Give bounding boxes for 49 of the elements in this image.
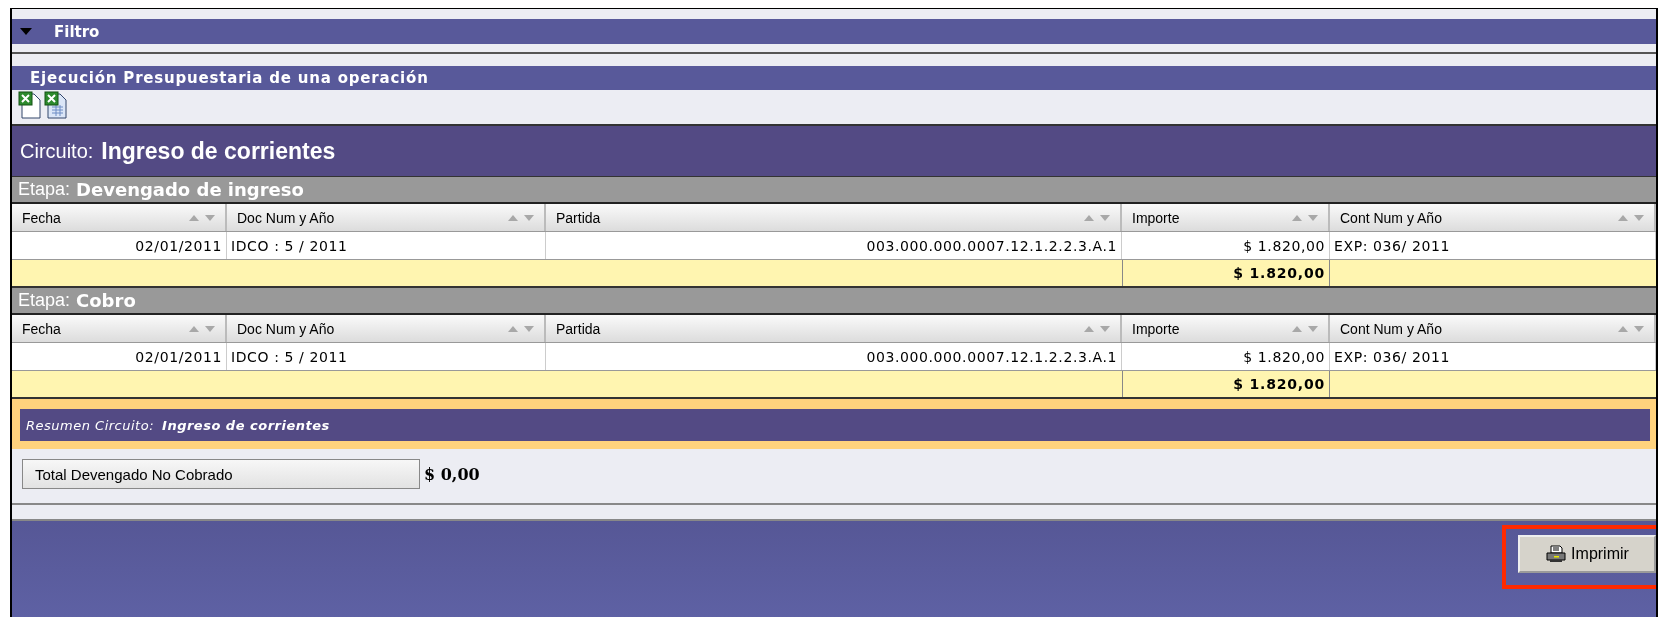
table-cell: IDCO : 5 / 2011 [227, 343, 546, 370]
sort-icon[interactable] [1292, 213, 1320, 222]
stage-name: Devengado de ingreso [76, 179, 304, 200]
table-cell: 003.000.000.0007.12.1.2.2.3.A.1 [546, 232, 1122, 259]
spreadsheet-icon[interactable] [44, 91, 68, 119]
filter-title: Filtro [54, 22, 100, 41]
total-cell: $ 1.820,00 [1122, 260, 1330, 286]
table-cell: 02/01/2011 [12, 343, 227, 370]
sort-icon[interactable] [508, 213, 536, 222]
table-cell: 02/01/2011 [12, 232, 227, 259]
stage-name: Cobro [76, 290, 136, 311]
column-title: Cont Num y Año [1340, 209, 1442, 226]
table-cell: EXP: 036/ 2011 [1330, 232, 1656, 259]
print-button[interactable]: Imprimir [1518, 535, 1656, 573]
summary-label: Resumen Circuito: [26, 417, 155, 433]
table-cell: EXP: 036/ 2011 [1330, 343, 1656, 370]
column-title: Fecha [22, 320, 61, 337]
column-title: Importe [1132, 320, 1180, 337]
circuit-label: Circuito: [20, 139, 94, 163]
column-title: Partida [556, 320, 601, 337]
column-title: Fecha [22, 209, 61, 226]
circuit-name: Ingreso de corrientes [101, 137, 336, 165]
report-title: Ejecución Presupuestaria de una operación [12, 66, 1656, 90]
stage-label: Etapa: [18, 290, 71, 311]
table-cell: 003.000.000.0007.12.1.2.2.3.A.1 [546, 343, 1122, 370]
total-label: Total Devengado No Cobrado [22, 459, 420, 489]
column-title: Partida [556, 209, 601, 226]
table-cell: $ 1.820,00 [1122, 343, 1330, 370]
sort-icon[interactable] [1618, 324, 1646, 333]
column-title: Importe [1132, 209, 1180, 226]
spreadsheet-icon[interactable] [18, 91, 42, 119]
sort-icon[interactable] [1084, 213, 1112, 222]
sort-icon[interactable] [1084, 324, 1112, 333]
table-cell: $ 1.820,00 [1122, 232, 1330, 259]
stage-label: Etapa: [18, 179, 71, 200]
sort-icon[interactable] [1292, 324, 1320, 333]
table-cell: IDCO : 5 / 2011 [227, 232, 546, 259]
total-value: $ 0,00 [424, 464, 480, 484]
total-cell: $ 1.820,00 [1122, 371, 1330, 397]
sort-icon[interactable] [189, 324, 217, 333]
summary-name: Ingreso de corrientes [162, 417, 330, 433]
filter-bar[interactable]: Filtro [12, 19, 1656, 44]
sort-icon[interactable] [189, 213, 217, 222]
sort-icon[interactable] [1618, 213, 1646, 222]
sort-icon[interactable] [508, 324, 536, 333]
column-title: Cont Num y Año [1340, 320, 1442, 337]
column-title: Doc Num y Año [237, 209, 335, 226]
printer-icon [1545, 545, 1568, 563]
column-title: Doc Num y Año [237, 320, 335, 337]
